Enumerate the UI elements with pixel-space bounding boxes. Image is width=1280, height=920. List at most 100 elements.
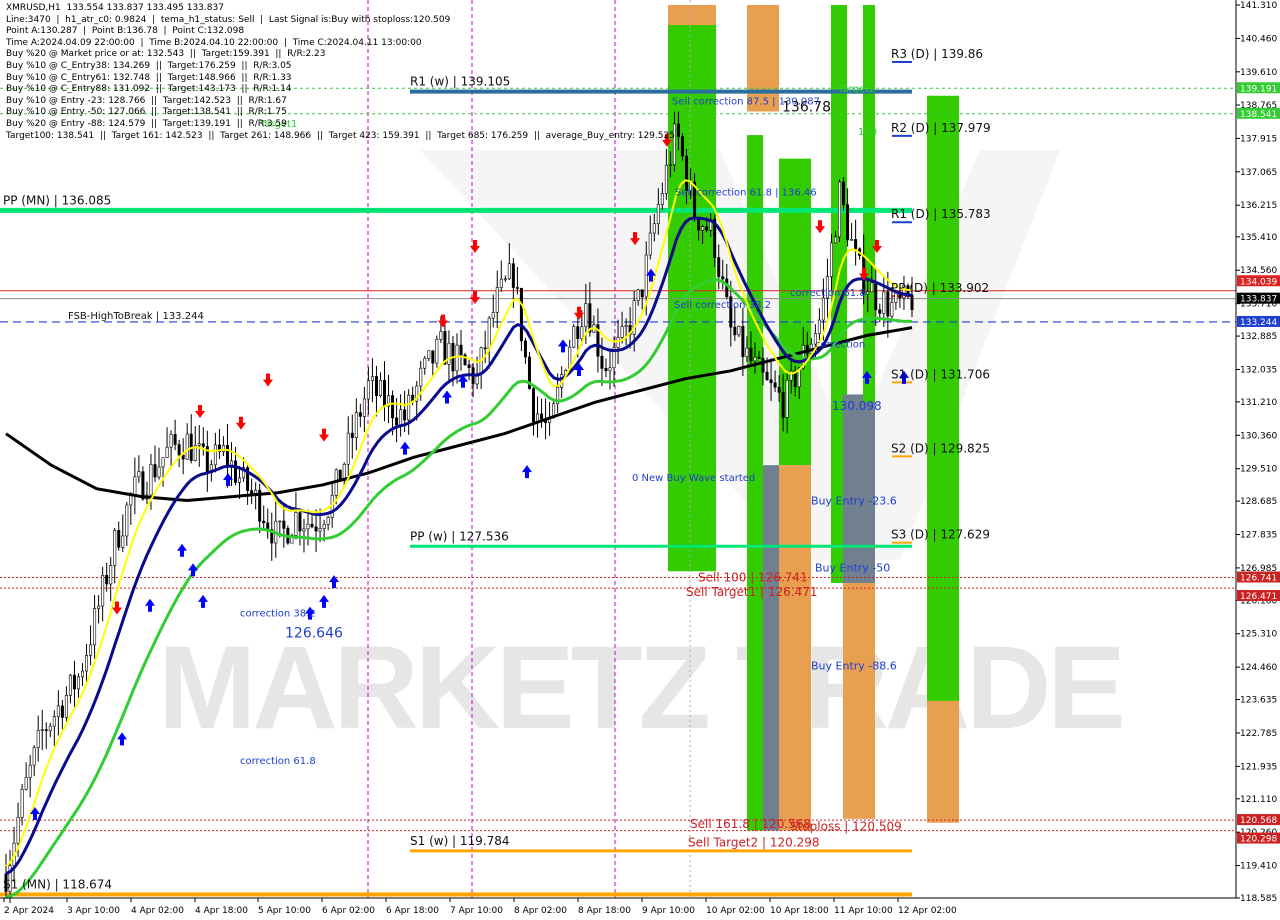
band-gray	[763, 465, 779, 831]
candle-body	[773, 382, 777, 388]
candle-body	[173, 434, 177, 445]
candle-body	[16, 817, 20, 844]
candle-body	[383, 379, 387, 407]
candle-body	[761, 358, 765, 373]
time-label: 8 Apr 18:00	[578, 906, 631, 916]
axis-tick-label: 137.065	[1240, 168, 1277, 178]
axis-tag-target: 138.541	[1240, 110, 1277, 120]
candle-body	[874, 282, 878, 311]
stoploss-label: Stoploss | 120.509	[790, 819, 902, 833]
candle-body	[294, 512, 298, 536]
axis-tag-stop2: 120.298	[1240, 835, 1277, 845]
sell-100-label: Sell 100 | 126.741	[698, 571, 808, 585]
candle-body	[68, 674, 72, 696]
candle-body	[44, 729, 48, 732]
candle-body	[777, 386, 781, 393]
info-line: Line:3470 | h1_atr_c0: 0.9824 | tema_h1_…	[6, 14, 451, 25]
candle-body	[109, 565, 113, 585]
band-orange	[843, 583, 875, 819]
candle-body	[93, 608, 97, 646]
axis-tick-label: 134.560	[1240, 266, 1277, 276]
candle-body	[346, 432, 350, 465]
info-line: Time A:2024.04.09 22:00:00 | Time B:2024…	[6, 37, 422, 48]
candle-body	[511, 263, 515, 288]
pivot-r1-label: R1 (D) | 135.783	[891, 207, 991, 221]
candle-body	[753, 356, 757, 362]
candle-body	[608, 367, 612, 372]
candle-body	[624, 325, 628, 328]
axis-tick-label: 130.360	[1240, 431, 1277, 441]
candle-body	[427, 350, 431, 359]
target100-label: 100	[858, 127, 877, 138]
fsb-label: FSB-HighToBreak | 133.244	[68, 311, 204, 322]
band-green	[927, 95, 959, 701]
candle-body	[431, 350, 435, 364]
candle-body	[378, 379, 382, 397]
candle-body	[137, 471, 141, 478]
candle-body	[48, 725, 52, 732]
watermark-text: MARKETZ TRADE	[158, 622, 1122, 754]
candle-body	[302, 528, 306, 532]
candle-body	[24, 777, 28, 790]
candle-body	[842, 181, 846, 206]
buy-entry-88-label: Buy Entry -88.6	[811, 659, 897, 672]
candle-body	[531, 388, 535, 423]
candle-body	[495, 287, 499, 313]
axis-tick-label: 121.110	[1240, 795, 1277, 805]
pivot-pp-label: PP (D) | 133.902	[891, 281, 989, 295]
candle-body	[419, 367, 423, 387]
band-green	[779, 158, 811, 466]
candle-body	[652, 223, 656, 234]
candle-body	[282, 520, 286, 529]
candle-body	[721, 276, 725, 280]
candle-body	[717, 257, 721, 277]
candle-body	[519, 288, 523, 342]
axis-tick-label: 122.785	[1240, 729, 1277, 739]
candle-body	[644, 254, 648, 298]
time-label: 3 Apr 10:00	[67, 906, 120, 916]
candle-body	[701, 226, 705, 231]
candle-body	[733, 326, 737, 336]
axis-tick-label: 137.915	[1240, 134, 1277, 144]
candle-body	[833, 236, 837, 244]
info-line: Buy %10 @ Entry -23: 128.766 || Target:1…	[6, 95, 287, 106]
axis-tag-current-price: 133.837	[1240, 295, 1277, 305]
candle-body	[298, 512, 302, 532]
candle-body	[680, 136, 684, 157]
time-axis: 2 Apr 2024 3 Apr 10:00 4 Apr 02:00 4 Apr 18…	[0, 897, 1236, 916]
band-orange	[927, 700, 959, 823]
axis-tick-label: 121.935	[1240, 762, 1277, 772]
candle-body	[250, 490, 254, 494]
candle-body	[362, 398, 366, 417]
axis-tick-label: 123.635	[1240, 696, 1277, 706]
candle-body	[36, 730, 40, 748]
candle-body	[407, 394, 411, 421]
candle-body	[153, 464, 157, 478]
candle-body	[829, 242, 833, 277]
candle-body	[749, 347, 753, 362]
candle-body	[322, 524, 326, 529]
candle-body	[725, 278, 729, 298]
axis-tick-label: 141.310	[1240, 1, 1277, 11]
band-gray	[843, 394, 875, 584]
candle-body	[370, 376, 374, 382]
axis-tick-label: 125.310	[1240, 630, 1277, 640]
time-label: 6 Apr 18:00	[386, 906, 439, 916]
sell-correction-618-label: Sell correction 61.8 | 136.46	[675, 188, 817, 199]
correction-382-label: correction 38.2	[240, 608, 316, 619]
candle-body	[125, 504, 129, 537]
candle-body	[890, 302, 894, 317]
candle-body	[769, 379, 773, 384]
candle-body	[314, 526, 318, 532]
candle-body	[640, 289, 644, 298]
candle-body	[326, 517, 330, 525]
correction-value-label: 130.098	[832, 399, 882, 413]
axis-tick-label: 127.835	[1240, 531, 1277, 541]
candle-body	[745, 347, 749, 357]
candle-body	[705, 226, 709, 231]
candle-body	[572, 326, 576, 348]
candle-body	[850, 239, 854, 241]
candle-body	[507, 263, 511, 280]
info-line: Buy %20 @ Market price or at: 132.543 ||…	[6, 49, 326, 60]
pivot-s2-label: S2 (D) | 129.825	[891, 441, 990, 455]
